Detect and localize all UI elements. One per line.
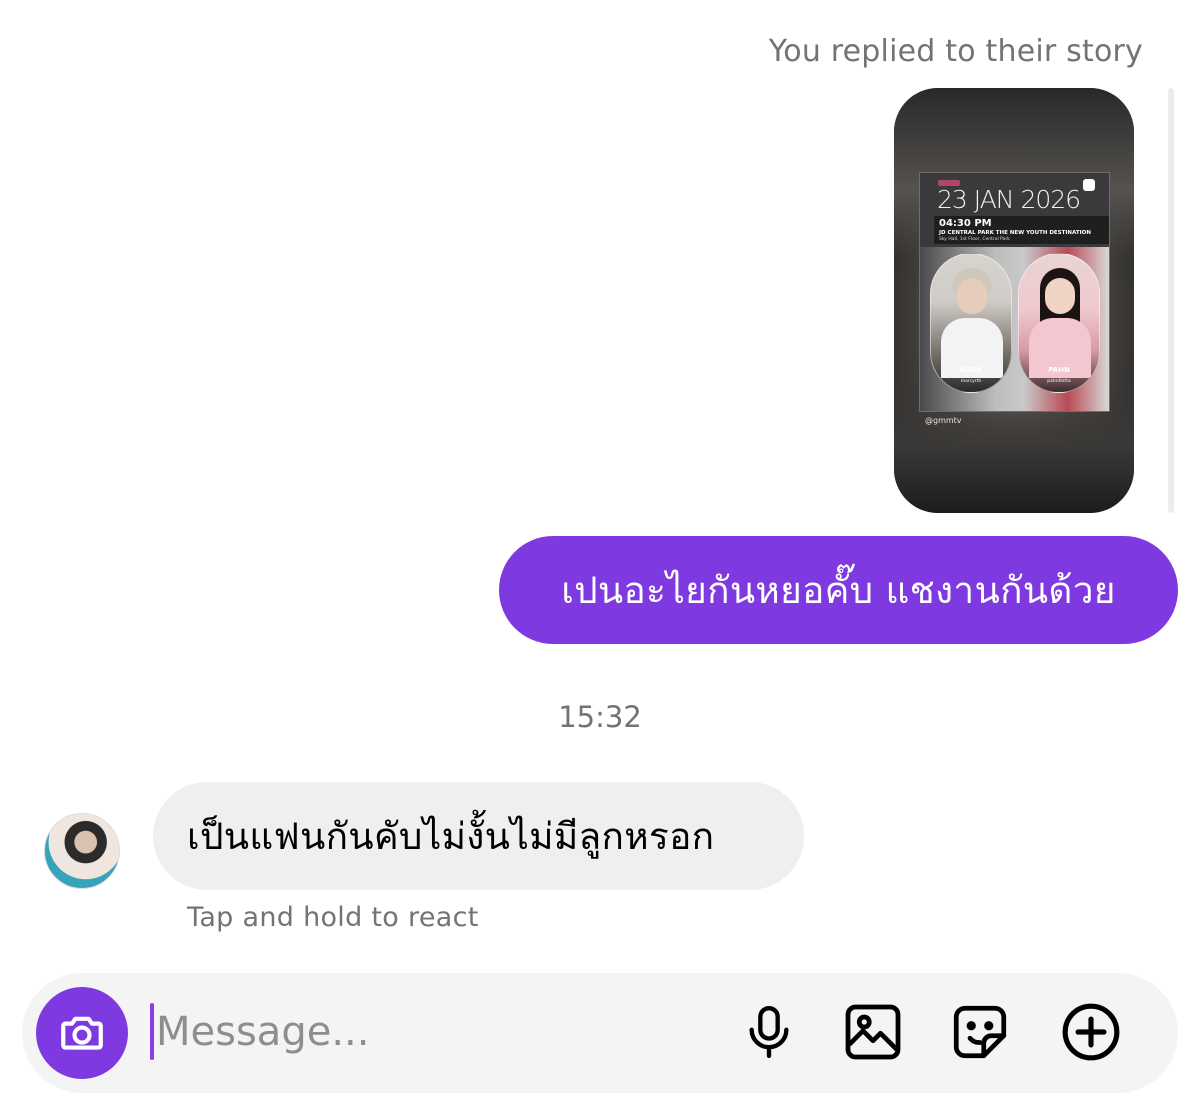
message-timestamp: 15:32: [558, 700, 642, 734]
sticker-button[interactable]: [947, 999, 1013, 1065]
camera-icon: [61, 1016, 103, 1050]
story-preview[interactable]: 23 JAN 2026 04:30 PM JD CENTRAL PARK THE…: [894, 88, 1134, 513]
avatar[interactable]: [44, 813, 120, 889]
person-left-photo: MARK marcyrth: [930, 253, 1012, 393]
camera-button[interactable]: [36, 987, 128, 1079]
person-left-handle: marcyrth: [960, 379, 982, 384]
voice-message-button[interactable]: [736, 999, 802, 1065]
scroll-indicator: [1168, 88, 1174, 513]
story-poster: 23 JAN 2026 04:30 PM JD CENTRAL PARK THE…: [919, 172, 1110, 412]
message-input[interactable]: [156, 1001, 716, 1063]
more-options-button[interactable]: [1058, 999, 1124, 1065]
event-photos: MARK marcyrth PAHN pahnthitta: [920, 247, 1109, 411]
gallery-button[interactable]: [840, 999, 906, 1065]
reply-note: You replied to their story: [768, 34, 1143, 69]
person-right-photo: PAHN pahnthitta: [1018, 253, 1100, 393]
story-account-handle: @gmmtv: [925, 416, 962, 425]
event-location: Sky Hall, 1st Floor, Central Park: [939, 237, 1010, 242]
event-info-bar: 04:30 PM JD CENTRAL PARK THE NEW YOUTH D…: [934, 216, 1109, 244]
received-message-bubble[interactable]: เป็นแฟนกันคับไม่งั้นไม่มีลูกหรอก: [153, 782, 804, 890]
person-left-name: MARK: [959, 366, 983, 374]
sticker-icon: [953, 1005, 1007, 1059]
event-date: 23 JAN 2026: [937, 185, 1081, 214]
react-hint: Tap and hold to react: [187, 902, 479, 933]
event-time: 04:30 PM: [939, 218, 992, 229]
text-caret: [150, 1003, 154, 1060]
plus-circle-icon: [1062, 1003, 1120, 1061]
message-composer: [22, 973, 1178, 1093]
gallery-icon: [845, 1004, 901, 1060]
person-right-handle: pahnthitta: [1047, 379, 1071, 384]
event-venue: JD CENTRAL PARK THE NEW YOUTH DESTINATIO…: [939, 230, 1091, 236]
microphone-icon: [749, 1006, 789, 1059]
person-right-name: PAHN: [1048, 366, 1070, 374]
sent-message-bubble[interactable]: เปนอะไยกันหยอคั๊บ แชงานกันด้วย: [499, 536, 1178, 644]
multi-post-icon: [1083, 179, 1095, 191]
